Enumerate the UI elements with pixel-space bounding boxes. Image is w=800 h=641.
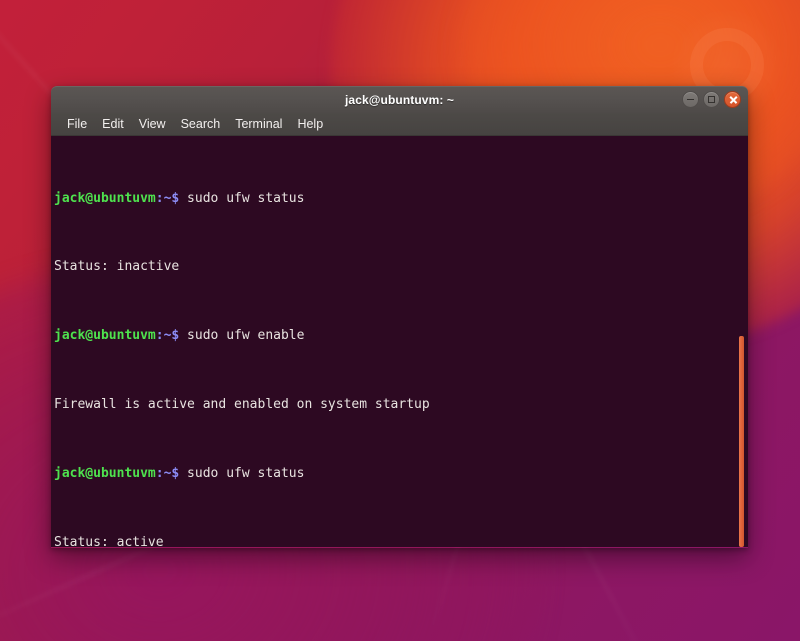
- maximize-button[interactable]: [703, 91, 720, 108]
- terminal-line: jack@ubuntuvm:~$ sudo ufw status: [54, 190, 734, 207]
- terminal-scrollbar-thumb[interactable]: [739, 336, 744, 547]
- terminal-output-text: Firewall is active and enabled on system…: [54, 397, 430, 413]
- terminal-window[interactable]: jack@ubuntuvm: ~ File Edit View Search T…: [51, 86, 748, 548]
- terminal-line: Status: active: [54, 534, 734, 547]
- prompt-path: :~$: [155, 328, 180, 344]
- terminal-line: Status: inactive: [54, 258, 734, 275]
- terminal-line: jack@ubuntuvm:~$ sudo ufw status: [54, 465, 734, 482]
- window-controls: [682, 91, 741, 108]
- menu-item-terminal[interactable]: Terminal: [228, 113, 290, 135]
- window-titlebar[interactable]: jack@ubuntuvm: ~: [51, 86, 748, 113]
- maximize-icon: [708, 96, 715, 103]
- prompt-user: jack@ubuntuvm: [54, 190, 156, 206]
- close-button[interactable]: [724, 91, 741, 108]
- terminal-output-text: Status: inactive: [54, 259, 180, 275]
- terminal-line: Firewall is active and enabled on system…: [54, 396, 734, 413]
- close-icon: [729, 96, 737, 104]
- menu-item-file[interactable]: File: [60, 113, 95, 135]
- terminal-line: jack@ubuntuvm:~$ sudo ufw enable: [54, 327, 734, 344]
- menu-item-view[interactable]: View: [132, 113, 174, 135]
- prompt-command: sudo ufw enable: [179, 328, 305, 344]
- menu-item-help[interactable]: Help: [290, 113, 331, 135]
- window-title: jack@ubuntuvm: ~: [345, 93, 454, 107]
- minimize-button[interactable]: [682, 91, 699, 108]
- prompt-path: :~$: [155, 465, 180, 481]
- terminal-output-text: Status: active: [54, 534, 164, 547]
- menu-item-search[interactable]: Search: [174, 113, 229, 135]
- prompt-user: jack@ubuntuvm: [54, 328, 156, 344]
- prompt-command: sudo ufw status: [179, 465, 305, 481]
- terminal-screen[interactable]: jack@ubuntuvm:~$ sudo ufw status Status:…: [51, 136, 748, 547]
- prompt-command: sudo ufw status: [179, 190, 305, 206]
- desktop-wallpaper: jack@ubuntuvm: ~ File Edit View Search T…: [0, 0, 800, 641]
- terminal-output: jack@ubuntuvm:~$ sudo ufw status Status:…: [54, 138, 734, 547]
- prompt-user: jack@ubuntuvm: [54, 465, 156, 481]
- minimize-icon: [687, 99, 694, 100]
- menu-item-edit[interactable]: Edit: [95, 113, 132, 135]
- prompt-path: :~$: [155, 190, 180, 206]
- terminal-scrollbar-track[interactable]: [735, 136, 748, 547]
- menu-bar: File Edit View Search Terminal Help: [51, 113, 748, 136]
